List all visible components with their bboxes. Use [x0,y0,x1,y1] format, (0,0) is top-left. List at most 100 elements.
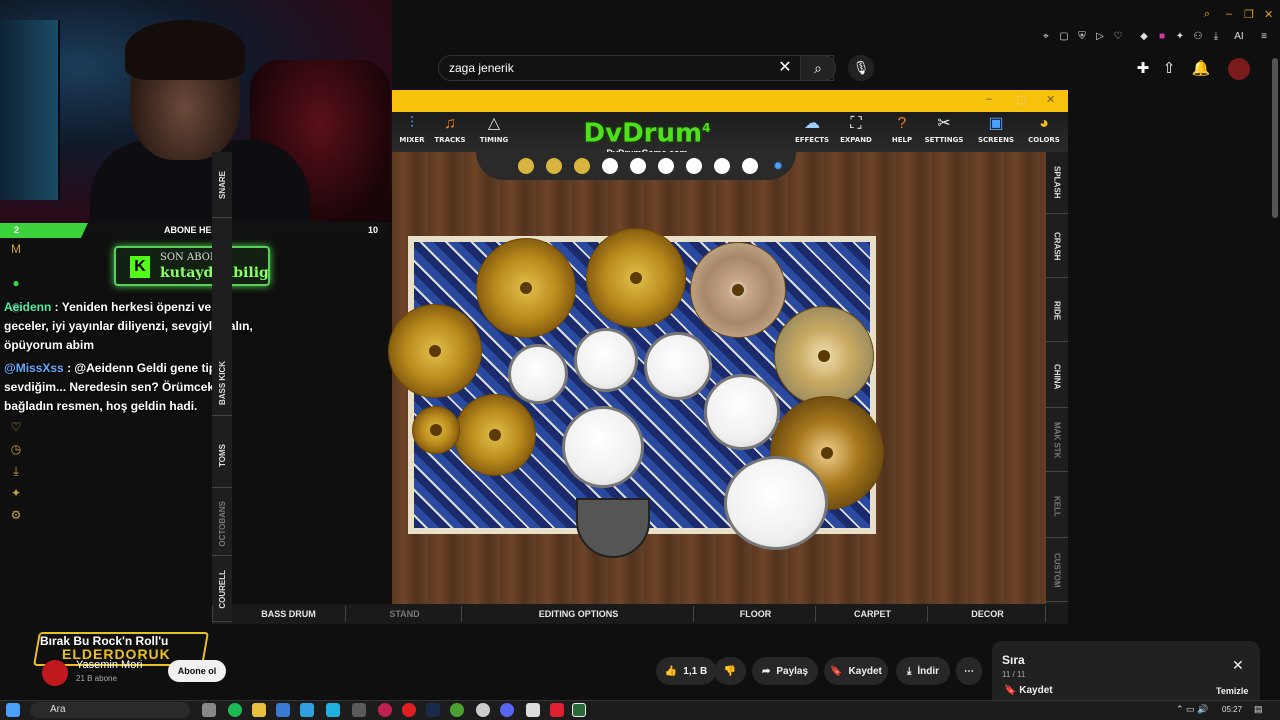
kit-dot[interactable] [658,158,674,174]
tom-drum[interactable] [644,332,712,400]
tab-courell[interactable]: COURELL [212,558,232,622]
app-icon[interactable] [526,703,540,717]
tab-kell[interactable]: KELL [1046,476,1068,538]
create-icon[interactable]: ✚ [1132,58,1154,80]
kit-dot[interactable] [574,158,590,174]
tracks-button[interactable]: ♫ TRACKS [430,112,470,152]
mixer-button[interactable]: ⫶ MIXER [392,112,432,152]
tom-drum[interactable] [508,344,568,404]
chrome-icon[interactable] [450,703,464,717]
close-icon[interactable]: ✕ [1232,657,1244,674]
tab-china[interactable]: CHINA [1046,346,1068,408]
help-button[interactable]: ? HELP [882,112,922,152]
download-icon[interactable]: ⤓ [1208,29,1224,45]
kit-dot[interactable] [714,158,730,174]
avatar[interactable] [1228,58,1250,80]
search-input[interactable] [449,59,769,77]
extension-icon[interactable]: ◆ [1136,29,1152,45]
splash-cymbal[interactable] [388,304,482,398]
kit-dot[interactable] [518,158,534,174]
tab-stand[interactable]: STAND [348,606,462,622]
minimize-icon[interactable]: – [1226,8,1232,20]
tab-bass-drum[interactable]: BASS DRUM [232,606,346,622]
settings-icon[interactable]: ⚙ [9,508,23,522]
ride-cymbal[interactable] [774,306,874,406]
tab-crash[interactable]: CRASH [1046,216,1068,278]
spotify-icon[interactable] [228,703,242,717]
pin-icon[interactable]: ⌖ [1038,29,1054,45]
puzzle-icon[interactable]: ✦ [9,486,23,500]
microphone-icon[interactable]: 🎙 [848,55,874,81]
tab-decor[interactable]: DECOR [930,606,1046,622]
tab-toms[interactable]: TOMS [212,424,232,488]
windows-start-icon[interactable] [6,703,20,717]
dvdrum-taskbar-icon[interactable] [572,703,586,717]
discord-icon[interactable] [500,703,514,717]
hihat-cymbal[interactable] [454,394,536,476]
snare-drum[interactable] [562,406,644,488]
whatsapp-icon[interactable]: ● [9,276,23,290]
download-button[interactable]: ⤓ İndir [896,657,950,685]
play-icon[interactable]: ▷ [1092,29,1108,45]
close-icon[interactable]: ✕ [1264,8,1273,21]
taskbar-search[interactable]: Ara [30,702,190,718]
heart-icon[interactable]: ♡ [1110,29,1126,45]
steam-icon[interactable] [426,703,440,717]
puzzle-icon[interactable]: ✦ [1172,29,1188,45]
clear-search-icon[interactable]: ✕ [776,58,794,78]
tray-icons[interactable]: ⌃ ▭ 🔊 [1176,704,1208,715]
folder-icon[interactable] [252,703,266,717]
timing-button[interactable]: △ TIMING [474,112,514,152]
gear-icon[interactable]: ✹ [770,158,786,174]
tab-snare[interactable]: SNARE [212,154,232,218]
crash-cymbal[interactable] [586,228,686,328]
taskview-icon[interactable] [202,703,216,717]
upload-icon[interactable]: ⇧ [1158,58,1180,80]
dislike-button[interactable]: 👎 [714,657,746,685]
channel-name[interactable]: Yasemin Mori [76,659,142,671]
effects-button[interactable]: ☁ EFFECTS [792,112,832,152]
tab-carpet[interactable]: CARPET [818,606,928,622]
tab-octobans[interactable]: OCTOBANS [212,492,232,556]
kit-dot[interactable] [546,158,562,174]
colors-button[interactable]: ◕ COLORS [1024,112,1064,152]
search-button[interactable]: ⌕ [800,55,836,81]
screens-button[interactable]: ▣ SCREENS [976,112,1016,152]
channel-avatar[interactable] [42,660,68,686]
more-button[interactable]: ⋯ [956,657,982,685]
share-button[interactable]: ➦ Paylaş [752,657,818,685]
queue-clear-button[interactable]: Temizle [1216,686,1248,696]
profile-icon[interactable]: ⚇ [1190,29,1206,45]
kit-dot[interactable] [742,158,758,174]
dv-close-icon[interactable]: ✕ [1046,93,1055,106]
tab-editing-options[interactable]: EDITING OPTIONS [464,606,694,622]
dv-minimize-icon[interactable]: – [986,93,992,105]
search-icon[interactable]: ⌕ [1204,8,1210,21]
download-icon[interactable]: ⤓ [9,464,23,478]
kit-dot[interactable] [602,158,618,174]
app-icon[interactable] [378,703,392,717]
clock-icon[interactable]: ◷ [9,442,23,456]
scrollbar-thumb[interactable] [1272,58,1278,218]
notification-icon[interactable]: ▤ [1254,704,1263,715]
notifications-icon[interactable]: 🔔 [1190,58,1212,80]
expand-button[interactable]: ⛶ EXPAND [836,112,876,152]
screenshot-icon[interactable]: ▢ [1056,29,1072,45]
app-icon[interactable] [476,703,490,717]
app-icon[interactable] [300,703,314,717]
shield-icon[interactable]: ⛨ [1074,29,1090,45]
tab-ride[interactable]: RIDE [1046,280,1068,342]
drum-throne[interactable] [576,498,650,558]
tab-floor[interactable]: FLOOR [696,606,816,622]
app-icon[interactable] [276,703,290,717]
floor-tom-large[interactable] [724,456,828,550]
app-icon[interactable] [550,703,564,717]
ai-icon[interactable]: AI [1228,29,1250,45]
subscribe-button[interactable]: Abone ol [168,660,226,682]
menu-icon[interactable]: ≡ [1256,29,1272,45]
tom-drum[interactable] [574,328,638,392]
splash-cymbal-small[interactable] [412,406,460,454]
save-button[interactable]: 🔖 Kaydet [824,657,888,685]
floor-tom[interactable] [704,374,780,450]
tab-bass-kick[interactable]: BASS KICK [212,352,232,416]
